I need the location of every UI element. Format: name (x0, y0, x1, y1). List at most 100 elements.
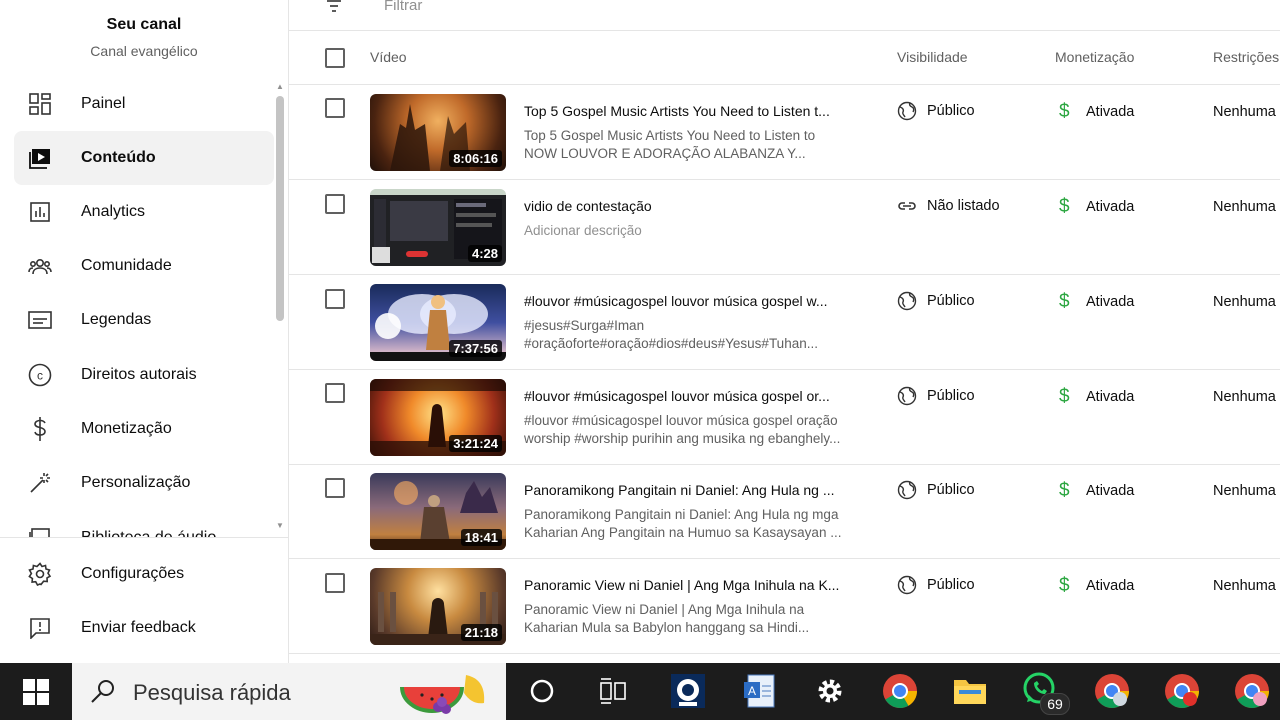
description-line: #louvor #músicagospel louvor música gosp… (524, 413, 838, 428)
content-icon (26, 144, 54, 172)
monetization-cell[interactable]: $ Ativada (1059, 196, 1134, 218)
chrome-profile-icon-2[interactable] (1232, 671, 1272, 711)
cortana-icon[interactable] (522, 671, 562, 711)
channel-subtitle: Canal evangélico (90, 43, 198, 59)
row-checkbox[interactable] (325, 383, 345, 403)
sidebar-item-personalizacao[interactable]: Personalização (14, 456, 274, 510)
visibility-cell[interactable]: Público (897, 101, 975, 121)
video-title[interactable]: vidio de contestação (524, 198, 854, 214)
header-monetization[interactable]: Monetização (1055, 49, 1134, 65)
sidebar-item-label: Monetização (81, 420, 172, 437)
table-row[interactable]: 8:06:16 Top 5 Gospel Music Artists You N… (289, 85, 1280, 180)
video-thumbnail[interactable]: 4:28 (370, 189, 506, 266)
monetization-cell[interactable]: $ Ativada (1059, 575, 1134, 597)
sidebar-item-painel[interactable]: Painel (14, 77, 274, 131)
sidebar-item-monetizacao[interactable]: Monetização (14, 402, 274, 456)
row-checkbox[interactable] (325, 98, 345, 118)
header-visibility[interactable]: Visibilidade (897, 49, 968, 65)
taskbar-search-box[interactable]: Pesquisa rápida (72, 663, 506, 720)
settings-icon (26, 560, 54, 588)
document-app-icon[interactable]: A (740, 671, 780, 711)
sidebar-item-label: Comunidade (81, 257, 172, 274)
task-view-icon[interactable] (594, 671, 634, 711)
visibility-cell[interactable]: Público (897, 575, 975, 595)
visibility-cell[interactable]: Público (897, 291, 975, 311)
restrictions-cell[interactable]: Nenhuma (1213, 578, 1276, 594)
sidebar-divider (0, 537, 288, 538)
sidebar-item-direitos-autorais[interactable]: c Direitos autorais (14, 348, 274, 402)
sidebar-item-configuracoes[interactable]: Configurações (14, 547, 274, 601)
row-checkbox[interactable] (325, 289, 345, 309)
sidebar-item-enviar-feedback[interactable]: Enviar feedback (14, 601, 274, 655)
video-duration: 3:21:24 (449, 435, 502, 452)
scroll-up-arrow-icon[interactable]: ▲ (276, 82, 284, 91)
monetization-cell[interactable]: $ Ativada (1059, 291, 1134, 313)
monetization-label: Ativada (1086, 483, 1135, 499)
sidebar-item-label: Legendas (81, 311, 152, 328)
monetization-cell[interactable]: $ Ativada (1059, 101, 1134, 123)
sidebar-item-conteudo[interactable]: Conteúdo (14, 131, 274, 185)
row-checkbox[interactable] (325, 194, 345, 214)
filter-icon[interactable] (325, 0, 343, 19)
restrictions-cell[interactable]: Nenhuma (1213, 104, 1276, 120)
sidebar-item-label: Analytics (81, 203, 146, 220)
table-row[interactable]: 4:28 vidio de contestação Adicionar desc… (289, 180, 1280, 275)
header-restrictions[interactable]: Restrições (1213, 49, 1279, 65)
chrome-profile-icon[interactable] (1092, 671, 1132, 711)
video-thumbnail[interactable]: 7:37:56 (370, 284, 506, 361)
table-header: Vídeo Visibilidade Monetização Restriçõe… (289, 30, 1280, 85)
video-thumbnail[interactable]: 21:18 (370, 568, 506, 645)
restrictions-cell[interactable]: Nenhuma (1213, 294, 1276, 310)
select-all-checkbox[interactable] (325, 48, 345, 68)
restrictions-cell[interactable]: Nenhuma (1213, 199, 1276, 215)
video-title[interactable]: Top 5 Gospel Music Artists You Need to L… (524, 103, 854, 119)
video-description: Adicionar descrição (524, 222, 854, 240)
video-thumbnail[interactable]: 8:06:16 (370, 94, 506, 171)
chrome-icon[interactable] (880, 671, 920, 711)
video-thumbnail[interactable]: 3:21:24 (370, 379, 506, 456)
sidebar-item-biblioteca-audio[interactable]: Biblioteca de áudio (14, 520, 274, 537)
video-title[interactable]: #louvor #músicagospel louvor música gosp… (524, 388, 854, 404)
filter-input[interactable]: Filtrar (384, 0, 422, 14)
video-duration: 7:37:56 (449, 340, 502, 357)
description-line: worship #worship purihin ang musika ng e… (524, 431, 841, 446)
svg-text:c: c (37, 369, 43, 383)
video-description: Panoramic View ni Daniel | Ang Mga Inihu… (524, 601, 854, 637)
magic-wand-icon (26, 469, 54, 497)
feedback-icon (26, 614, 54, 642)
table-row[interactable]: 7:37:56 #louvor #músicagospel louvor mús… (289, 275, 1280, 370)
restrictions-cell[interactable]: Nenhuma (1213, 483, 1276, 499)
header-video[interactable]: Vídeo (370, 49, 407, 65)
file-explorer-icon[interactable] (950, 671, 990, 711)
table-row[interactable]: 3:21:24 #louvor #músicagospel louvor mús… (289, 370, 1280, 465)
video-title[interactable]: #louvor #músicagospel louvor música gosp… (524, 293, 854, 309)
sidebar-item-analytics[interactable]: Analytics (14, 185, 274, 239)
visibility-cell[interactable]: Público (897, 386, 975, 406)
windows-start-icon[interactable] (0, 663, 72, 720)
filter-bar[interactable]: Filtrar (289, 0, 1280, 31)
dollar-icon (26, 415, 54, 443)
monetization-cell[interactable]: $ Ativada (1059, 480, 1134, 502)
table-row[interactable]: 18:41 Panoramikong Pangitain ni Daniel: … (289, 464, 1280, 559)
chrome-icon-2[interactable] (1162, 671, 1202, 711)
dollar-icon: $ (1059, 196, 1070, 217)
monetization-cell[interactable]: $ Ativada (1059, 386, 1134, 408)
add-description-link[interactable]: Adicionar descrição (524, 222, 854, 240)
restrictions-cell[interactable]: Nenhuma (1213, 389, 1276, 405)
visibility-cell[interactable]: Público (897, 480, 975, 500)
row-checkbox[interactable] (325, 573, 345, 593)
whatsapp-icon[interactable]: 69 (1020, 671, 1070, 715)
table-row[interactable]: 21:18 Panoramic View ni Daniel | Ang Mga… (289, 559, 1280, 654)
visibility-cell[interactable]: Não listado (897, 196, 1000, 216)
video-title[interactable]: Panoramikong Pangitain ni Daniel: Ang Hu… (524, 482, 854, 498)
video-thumbnail[interactable]: 18:41 (370, 473, 506, 550)
sidebar-scrollbar[interactable] (276, 96, 284, 321)
sidebar-item-legendas[interactable]: Legendas (14, 293, 274, 347)
webcam-app-icon[interactable] (668, 671, 708, 711)
video-title[interactable]: Panoramic View ni Daniel | Ang Mga Inihu… (524, 577, 854, 593)
row-checkbox[interactable] (325, 478, 345, 498)
scroll-down-arrow-icon[interactable]: ▼ (276, 521, 284, 530)
settings-gear-icon[interactable] (810, 671, 850, 711)
globe-icon (897, 386, 917, 406)
sidebar-item-comunidade[interactable]: Comunidade (14, 239, 274, 293)
